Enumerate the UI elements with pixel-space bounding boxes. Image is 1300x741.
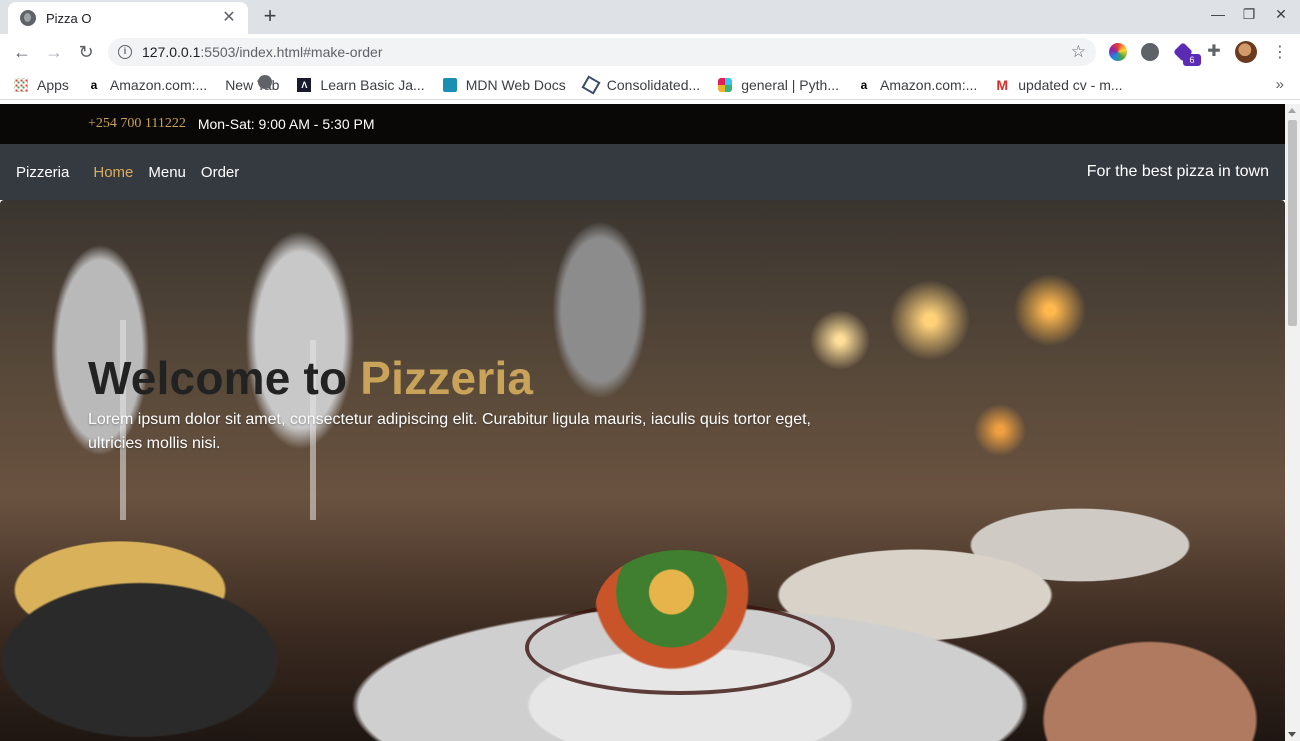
restore-window-button[interactable]: ❐ xyxy=(1238,6,1260,23)
globe-icon xyxy=(258,75,272,89)
address-url[interactable]: 127.0.0.1:5503/index.html#make-order xyxy=(142,44,383,60)
scroll-down-icon[interactable] xyxy=(1288,732,1296,737)
learn-icon: Λ xyxy=(297,77,312,92)
bookmark-star-icon[interactable]: ☆ xyxy=(1071,42,1086,62)
amazon-icon: a xyxy=(90,77,98,92)
brand-link[interactable]: Pizzeria xyxy=(16,164,69,181)
bookmark-slack[interactable]: general | Pyth... xyxy=(718,77,839,93)
reload-button[interactable]: ↻ xyxy=(74,40,98,64)
color-picker-extension-icon[interactable] xyxy=(1109,43,1127,61)
page-scrollbar[interactable] xyxy=(1285,104,1300,741)
phone-number[interactable]: +254 700 111222 xyxy=(88,116,186,132)
extension-badge: 6 xyxy=(1183,54,1201,66)
site-info-icon[interactable]: i xyxy=(118,45,132,59)
nav-link-home[interactable]: Home xyxy=(93,164,133,181)
bookmarks-bar: Apps a Amazon.com:... New Tab Λ Learn Basi… xyxy=(0,70,1300,100)
new-tab-button[interactable]: + xyxy=(258,5,282,29)
hero-banner: Welcome to Pizzeria Lorem ipsum dolor si… xyxy=(0,200,1285,741)
scrollbar-thumb[interactable] xyxy=(1288,120,1297,326)
bookmark-amazon-2[interactable]: a Amazon.com:... xyxy=(857,77,978,93)
main-navbar: Pizzeria Home Menu Order For the best pi… xyxy=(0,144,1285,200)
amazon-icon: a xyxy=(860,77,868,92)
browser-menu-icon[interactable]: ⋮ xyxy=(1272,42,1288,62)
more-bookmarks-icon[interactable]: » xyxy=(1276,76,1284,93)
minimize-window-button[interactable]: — xyxy=(1207,6,1229,22)
slack-icon xyxy=(718,77,733,92)
hero-title: Welcome to Pizzeria xyxy=(88,352,534,404)
bookmark-apps[interactable]: Apps xyxy=(14,77,69,93)
gmail-icon: M xyxy=(996,76,1009,93)
hero-text: Welcome to Pizzeria Lorem ipsum dolor si… xyxy=(88,350,848,456)
scroll-up-icon[interactable] xyxy=(1288,108,1296,113)
page-viewport: +254 700 111222 Mon-Sat: 9:00 AM - 5:30 … xyxy=(0,104,1285,741)
nav-link-order[interactable]: Order xyxy=(201,164,239,181)
browser-tabstrip: Pizza O ✕ + — ❐ ✕ xyxy=(0,0,1300,34)
globe-icon xyxy=(20,10,36,26)
bookmark-gmail[interactable]: Mupdated cv - m... xyxy=(995,77,1122,93)
nav-tagline: For the best pizza in town xyxy=(1086,163,1269,180)
hero-title-accent: Pizzeria xyxy=(360,352,534,404)
bookmark-learn[interactable]: Λ Learn Basic Ja... xyxy=(297,77,425,93)
profile-avatar[interactable] xyxy=(1235,41,1257,63)
close-tab-icon[interactable]: ✕ xyxy=(220,9,238,27)
back-button[interactable]: ← xyxy=(10,40,34,64)
bookmark-mdn[interactable]: MDN Web Docs xyxy=(442,77,566,93)
bookmark-amazon[interactable]: a Amazon.com:... xyxy=(87,77,208,93)
nav-link-menu[interactable]: Menu xyxy=(148,164,186,181)
close-window-button[interactable]: ✕ xyxy=(1270,6,1292,23)
bookmark-consolidated[interactable]: Consolidated... xyxy=(581,74,700,95)
extensions-puzzle-icon[interactable]: ✚ xyxy=(1205,43,1223,61)
bookmark-new-tab[interactable]: New Tab xyxy=(225,75,279,93)
mdn-icon xyxy=(442,77,457,92)
consolidated-icon xyxy=(581,74,601,95)
forward-button[interactable]: → xyxy=(42,40,66,64)
address-bar[interactable]: i 127.0.0.1:5503/index.html#make-order ☆ xyxy=(108,38,1096,66)
extension-icon[interactable] xyxy=(1141,43,1159,61)
browser-tab[interactable]: Pizza O ✕ xyxy=(8,2,248,34)
hero-subtitle: Lorem ipsum dolor sit amet, consectetur … xyxy=(88,411,811,452)
contact-bar: +254 700 111222 Mon-Sat: 9:00 AM - 5:30 … xyxy=(0,104,1285,144)
opening-hours: Mon-Sat: 9:00 AM - 5:30 PM xyxy=(197,116,375,132)
plated-dish xyxy=(595,550,765,670)
browser-toolbar: ← → ↻ i 127.0.0.1:5503/index.html#make-o… xyxy=(0,34,1300,70)
tab-title: Pizza O xyxy=(46,10,92,26)
apps-grid-icon xyxy=(14,77,28,92)
